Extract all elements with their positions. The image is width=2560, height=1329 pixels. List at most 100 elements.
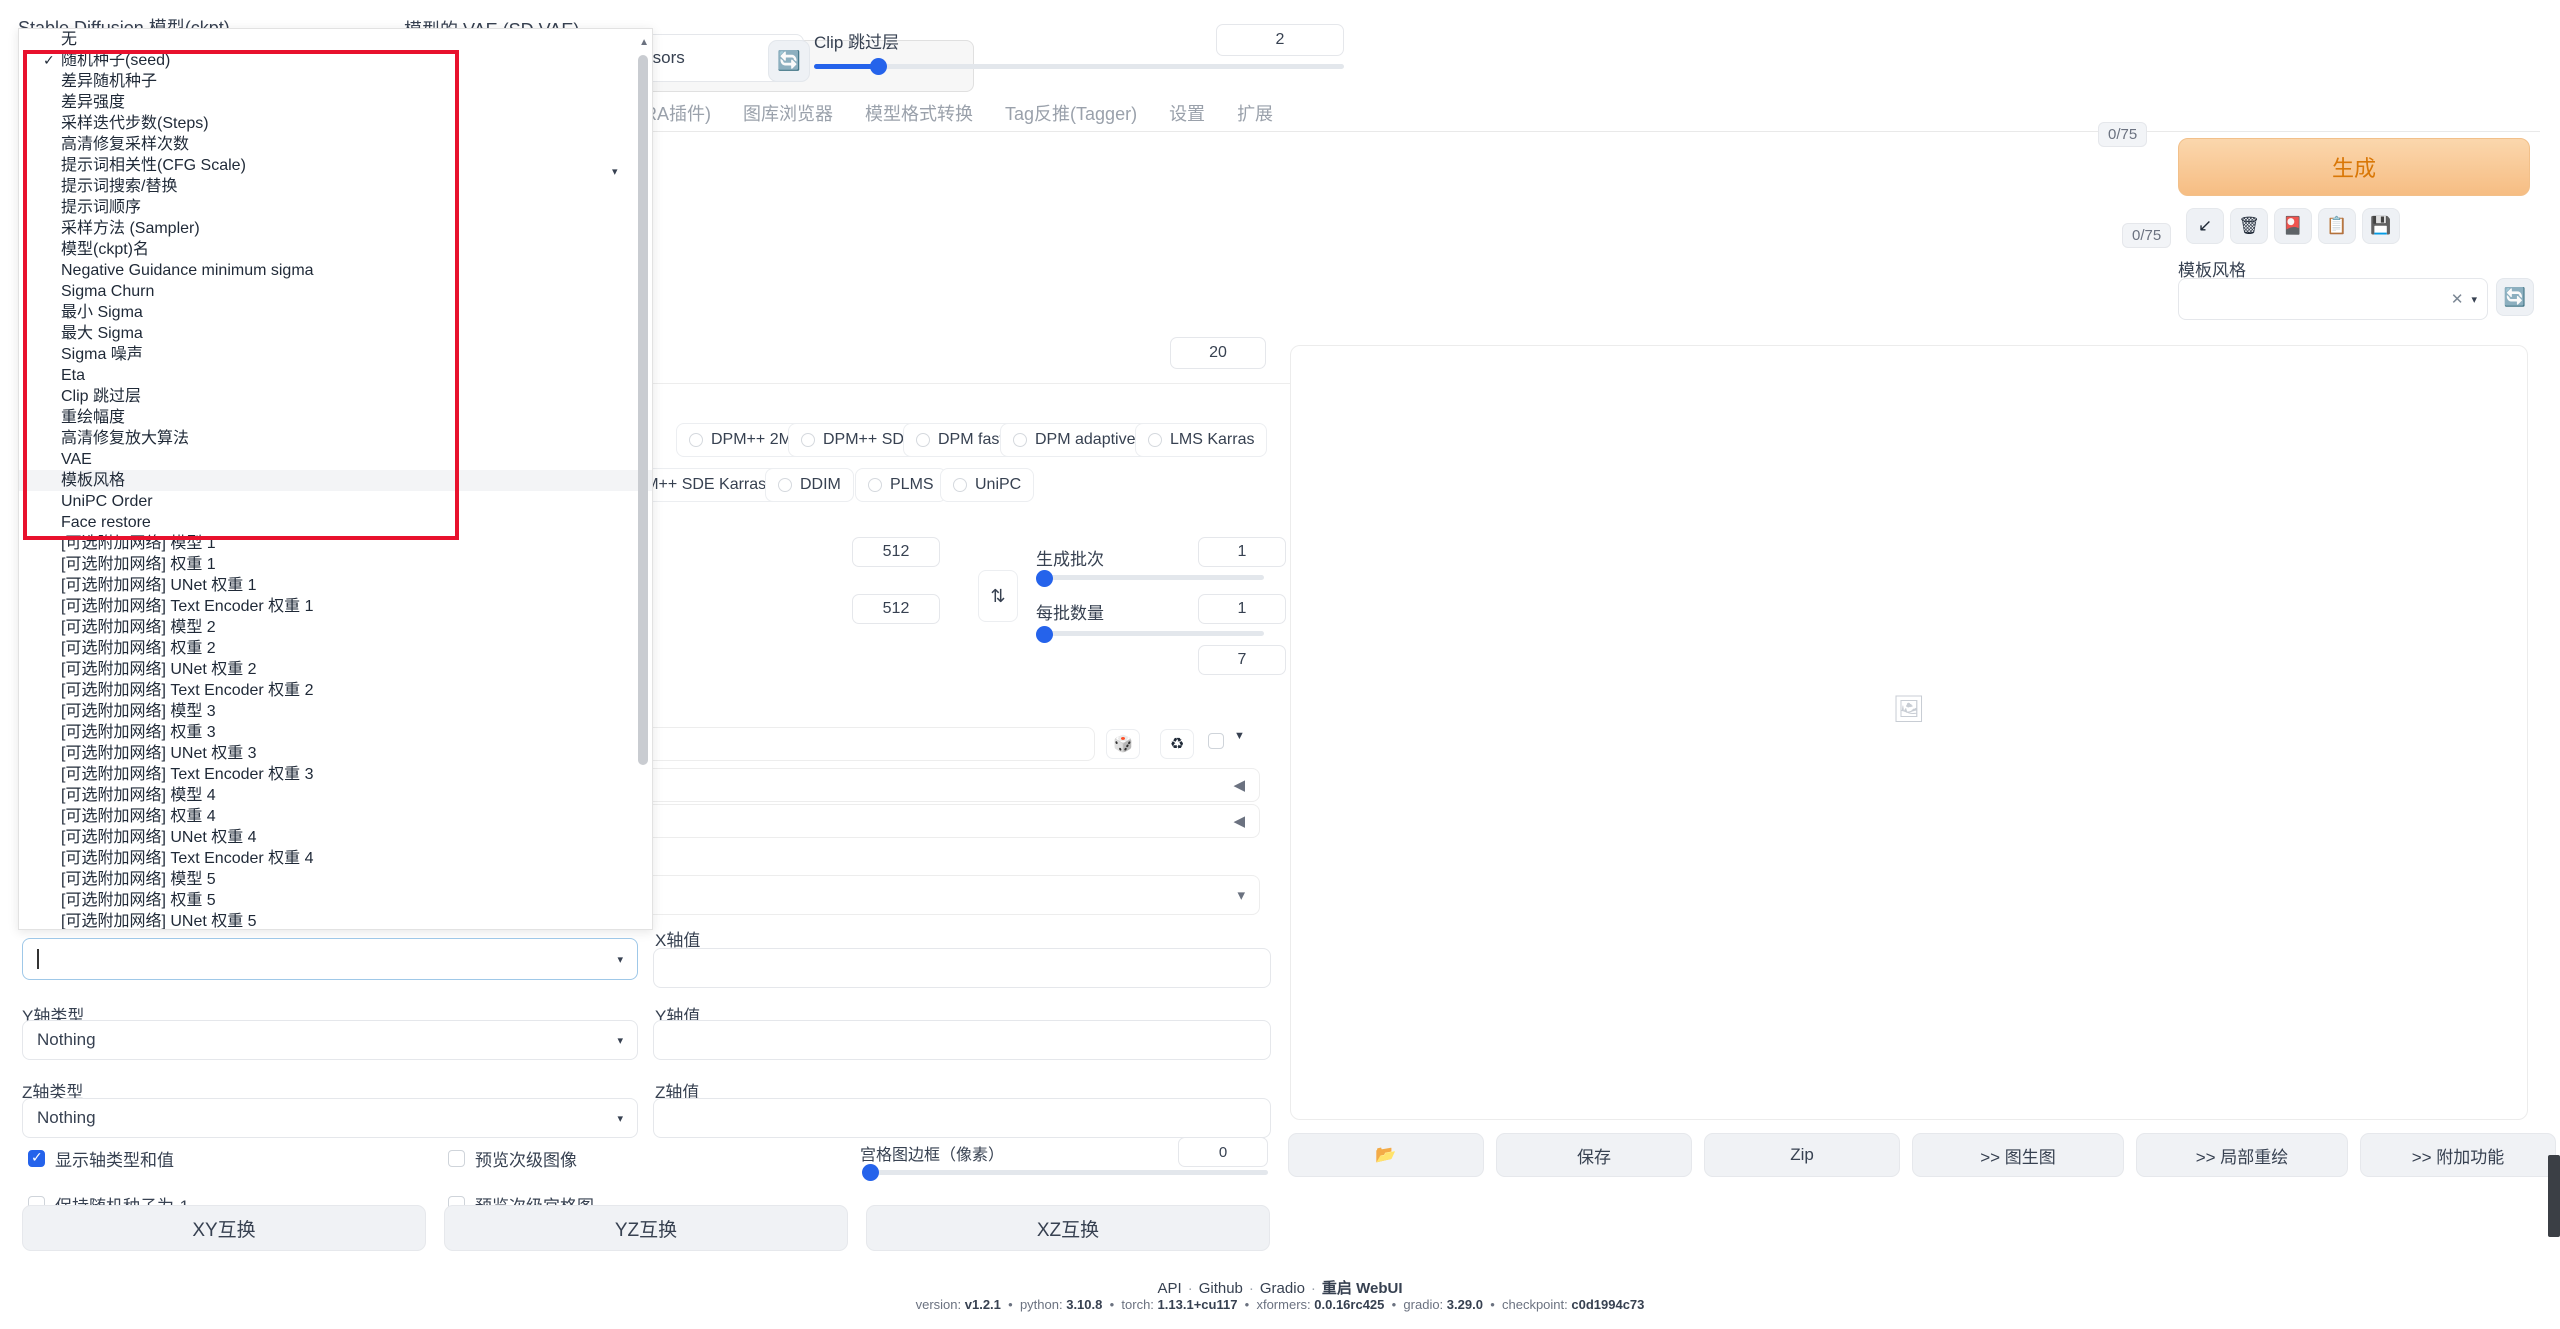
- show-axis-types-checkbox-row[interactable]: 显示轴类型和值: [28, 1146, 174, 1171]
- dropdown-option[interactable]: [可选附加网络] Text Encoder 权重 4: [19, 848, 652, 869]
- dropdown-option[interactable]: [可选附加网络] 模型 2: [19, 617, 652, 638]
- dropdown-option[interactable]: Face restore: [19, 512, 652, 533]
- x-axis-type-input[interactable]: ▾: [22, 938, 638, 980]
- dropdown-option[interactable]: [可选附加网络] UNet 权重 1: [19, 575, 652, 596]
- z-axis-type-select[interactable]: Nothing ▾: [22, 1098, 638, 1138]
- dropdown-option[interactable]: 差异强度: [19, 92, 652, 113]
- dropdown-option[interactable]: [可选附加网络] 模型 4: [19, 785, 652, 806]
- dropdown-option[interactable]: 模板风格: [19, 470, 652, 491]
- slider-knob[interactable]: [862, 1164, 879, 1181]
- dropdown-option[interactable]: [可选附加网络] 权重 1: [19, 554, 652, 575]
- slider-knob[interactable]: [870, 58, 887, 75]
- y-axis-value-input[interactable]: [653, 1020, 1271, 1060]
- dropdown-option[interactable]: Clip 跳过层: [19, 386, 652, 407]
- tab-bar[interactable]: 络(LoRA插件) 图库浏览器 模型格式转换 Tag反推(Tagger) 设置 …: [600, 94, 2000, 132]
- dropdown-option[interactable]: Sigma Churn: [19, 281, 652, 302]
- grid-margin-slider[interactable]: [862, 1164, 1268, 1184]
- batch-count-slider[interactable]: [1036, 570, 1264, 587]
- sampling-steps-value[interactable]: 20: [1170, 337, 1266, 369]
- send-to-img2img-button[interactable]: >> 图生图: [1912, 1133, 2124, 1177]
- sampler-option-unipc[interactable]: UniPC: [940, 468, 1035, 502]
- dropdown-option[interactable]: [可选附加网络] UNet 权重 4: [19, 827, 652, 848]
- dropdown-scrollbar[interactable]: [638, 55, 648, 765]
- tab-model-converter[interactable]: 模型格式转换: [865, 100, 973, 126]
- sampler-option-lms-karras[interactable]: LMS Karras: [1135, 423, 1268, 457]
- reload-ui-link[interactable]: 重启 WebUI: [1322, 1280, 1403, 1297]
- github-link[interactable]: Github: [1199, 1280, 1243, 1297]
- swap-yz-button[interactable]: YZ互换: [444, 1205, 848, 1251]
- dropdown-option[interactable]: UniPC Order: [19, 491, 652, 512]
- hires-fix-section[interactable]: ◀: [640, 768, 1260, 802]
- dropdown-option[interactable]: [可选附加网络] Text Encoder 权重 3: [19, 764, 652, 785]
- dropdown-option[interactable]: [可选附加网络] UNet 权重 3: [19, 743, 652, 764]
- clear-prompt-button[interactable]: 🗑: [2230, 208, 2268, 244]
- tab-extensions[interactable]: 扩展: [1237, 100, 1273, 126]
- dropdown-option[interactable]: 提示词相关性(CFG Scale): [19, 155, 652, 176]
- slider-knob[interactable]: [1036, 570, 1053, 587]
- dropdown-option[interactable]: 无: [19, 29, 652, 50]
- random-seed-button[interactable]: ♻: [1160, 729, 1194, 759]
- dropdown-option[interactable]: Negative Guidance minimum sigma: [19, 260, 652, 281]
- dropdown-option[interactable]: 模型(ckpt)名: [19, 239, 652, 260]
- clip-skip-slider[interactable]: 2: [814, 24, 1344, 96]
- dropdown-option[interactable]: ✓ 随机种子(seed): [19, 50, 652, 71]
- gradio-link[interactable]: Gradio: [1260, 1280, 1305, 1297]
- grid-margin-value[interactable]: 0: [1178, 1137, 1268, 1167]
- width-value[interactable]: 512: [852, 537, 940, 567]
- footer-links[interactable]: API · Github · Gradio · 重启 WebUI: [0, 1277, 2560, 1298]
- dropdown-option[interactable]: VAE: [19, 449, 652, 470]
- read-generation-params-button[interactable]: ↙: [2186, 208, 2224, 244]
- tab-settings[interactable]: 设置: [1169, 100, 1205, 126]
- dropdown-option[interactable]: [可选附加网络] UNet 权重 5: [19, 911, 652, 929]
- output-gallery[interactable]: 🖼: [1290, 345, 2528, 1120]
- dropdown-option[interactable]: [可选附加网络] 模型 5: [19, 869, 652, 890]
- dropdown-option[interactable]: Sigma 噪声: [19, 344, 652, 365]
- zip-button[interactable]: Zip: [1704, 1133, 1900, 1177]
- dropdown-option[interactable]: [可选附加网络] Text Encoder 权重 1: [19, 596, 652, 617]
- dropdown-option[interactable]: 提示词搜索/替换: [19, 176, 652, 197]
- refresh-styles-button[interactable]: 🔄: [2496, 278, 2534, 316]
- generate-button[interactable]: 生成: [2178, 138, 2530, 196]
- batch-size-value[interactable]: 1: [1198, 594, 1286, 624]
- scroll-up-arrow-icon[interactable]: ▲: [639, 37, 649, 48]
- dropdown-option[interactable]: [可选附加网络] 模型 1: [19, 533, 652, 554]
- chevron-down-icon[interactable]: ▾: [612, 165, 618, 178]
- send-to-inpaint-button[interactable]: >> 局部重绘: [2136, 1133, 2348, 1177]
- script-select[interactable]: ▾: [640, 875, 1260, 915]
- dropdown-option[interactable]: [可选附加网络] 模型 3: [19, 701, 652, 722]
- batch-size-slider[interactable]: [1036, 626, 1264, 643]
- z-axis-value-input[interactable]: [653, 1098, 1271, 1138]
- save-style-button[interactable]: 💾: [2362, 208, 2400, 244]
- swap-xy-button[interactable]: XY互换: [22, 1205, 426, 1251]
- apply-style-button[interactable]: 📋: [2318, 208, 2356, 244]
- swap-xz-button[interactable]: XZ互换: [866, 1205, 1270, 1251]
- dropdown-option[interactable]: 最大 Sigma: [19, 323, 652, 344]
- dropdown-option[interactable]: [可选附加网络] Text Encoder 权重 2: [19, 680, 652, 701]
- clear-styles-icon[interactable]: ✕: [2451, 290, 2464, 308]
- seed-field[interactable]: [640, 727, 1095, 761]
- clip-skip-value[interactable]: 2: [1216, 24, 1344, 56]
- dropdown-option[interactable]: 重绘幅度: [19, 407, 652, 428]
- tab-image-browser[interactable]: 图库浏览器: [743, 100, 833, 126]
- sampler-option-dpm-adaptive[interactable]: DPM adaptive: [1000, 423, 1149, 457]
- chevron-down-icon[interactable]: ▼: [1234, 730, 1245, 742]
- batch-count-value[interactable]: 1: [1198, 537, 1286, 567]
- dropdown-option[interactable]: Eta: [19, 365, 652, 386]
- styles-select[interactable]: ✕ ▾: [2178, 278, 2488, 320]
- save-button[interactable]: 保存: [1496, 1133, 1692, 1177]
- refiner-section[interactable]: ◀: [640, 804, 1260, 838]
- recycle-seed-button[interactable]: 🎲: [1106, 729, 1140, 759]
- height-value[interactable]: 512: [852, 594, 940, 624]
- dropdown-option[interactable]: 提示词顺序: [19, 197, 652, 218]
- checkbox-icon[interactable]: [28, 1148, 45, 1167]
- swap-dimensions-button[interactable]: ⇅: [978, 570, 1018, 622]
- x-axis-type-dropdown[interactable]: 无 ✓ 随机种子(seed) 差异随机种子 差异强度 采样迭代步数(Steps) 高清修复采…: [18, 28, 653, 930]
- x-axis-value-input[interactable]: [653, 948, 1271, 988]
- preview-sub-image-checkbox-row[interactable]: 预览次级图像: [448, 1146, 577, 1171]
- dropdown-option[interactable]: [可选附加网络] UNet 权重 2: [19, 659, 652, 680]
- extra-seed-checkbox[interactable]: [1208, 733, 1224, 749]
- slider-knob[interactable]: [1036, 626, 1053, 643]
- dropdown-option-list[interactable]: 无 ✓ 随机种子(seed) 差异随机种子 差异强度 采样迭代步数(Steps) 高清修复采…: [19, 29, 652, 929]
- extra-networks-button[interactable]: 🎴: [2274, 208, 2312, 244]
- sampler-option-dpmpp-2m[interactable]: DPM++ 2M: [676, 423, 805, 457]
